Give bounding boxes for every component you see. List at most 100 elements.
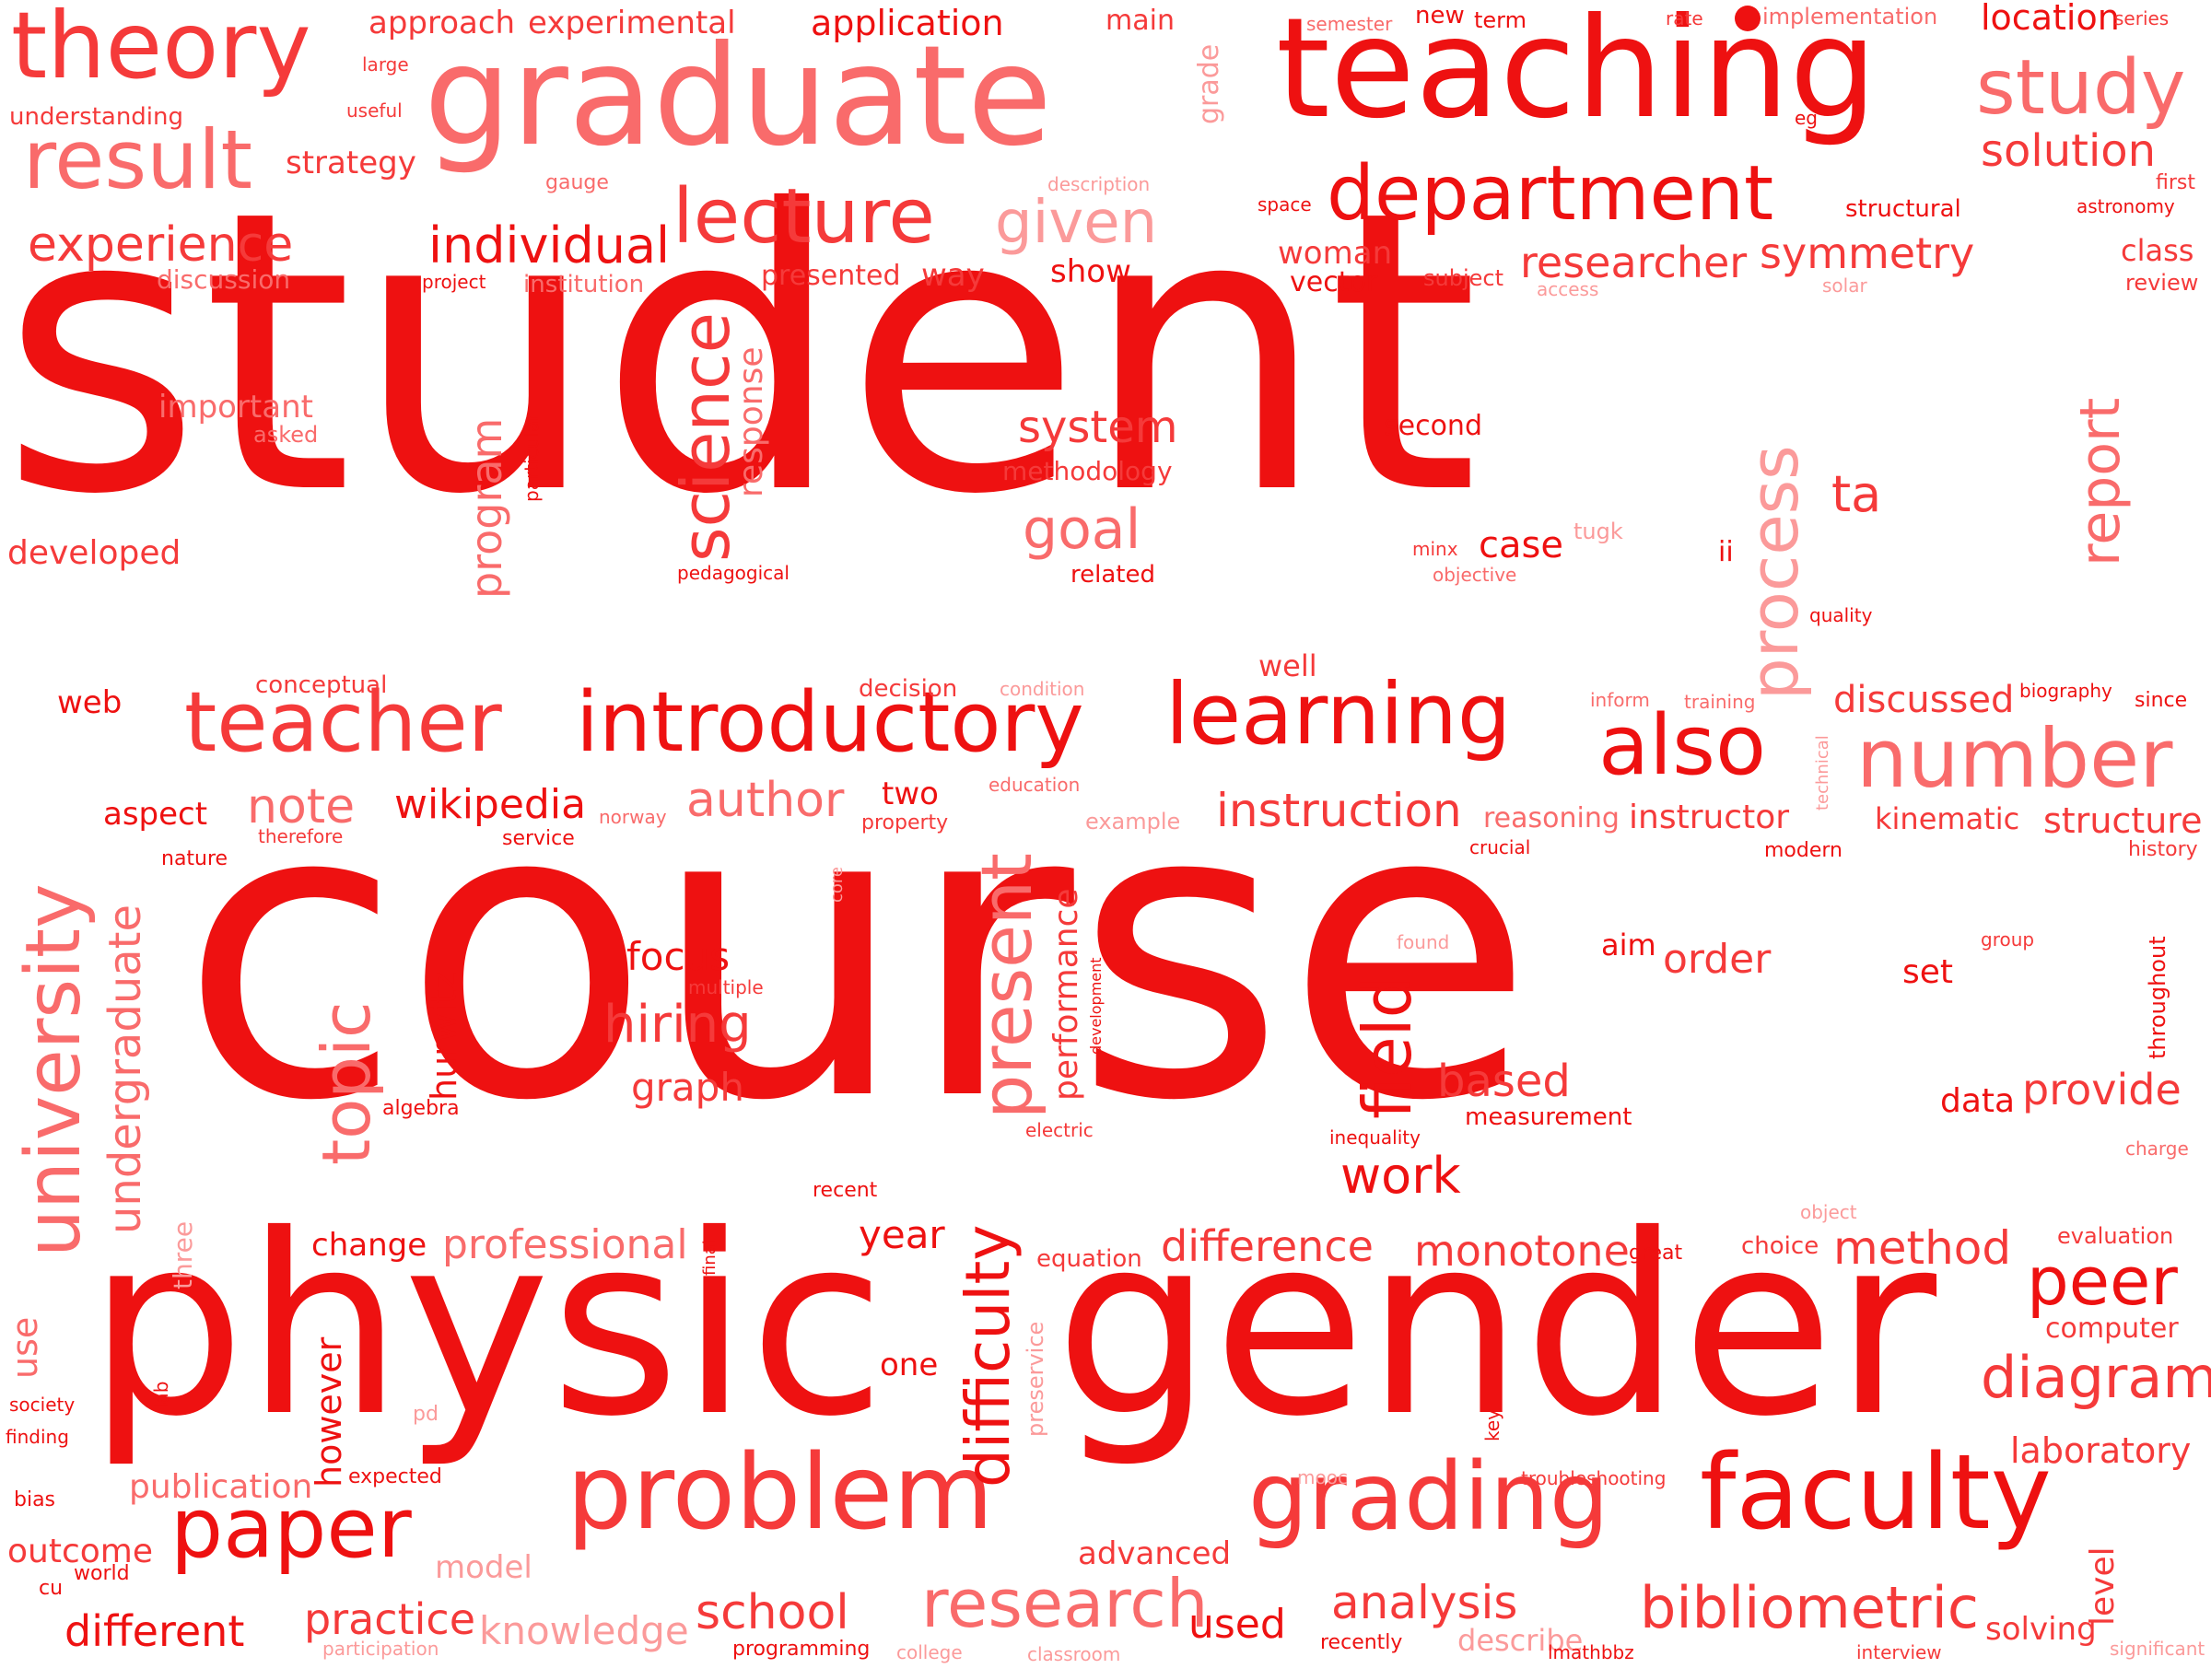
word-monotone: monotone (1414, 1226, 1630, 1276)
word-program: program (462, 417, 511, 599)
word-difference: difference (1161, 1221, 1374, 1271)
word-recent: recent (813, 1179, 878, 1202)
word-ii: ii (1718, 536, 1734, 568)
word-therefore: therefore (258, 825, 344, 847)
word-year: year (859, 1212, 945, 1257)
word-lecture: lecture (673, 173, 935, 261)
word-quality: quality (1809, 604, 1873, 626)
word-world: world (74, 1562, 130, 1585)
word-college: college (896, 1641, 963, 1663)
word-training: training (1684, 691, 1756, 713)
word-instructor: instructor (1629, 799, 1790, 836)
word-topic: topic (308, 1001, 385, 1165)
word-since: since (2135, 689, 2188, 712)
word-society: society (9, 1394, 76, 1416)
word-process: process (1736, 445, 1813, 700)
word-development: development (1087, 957, 1105, 1055)
word-author: author (686, 773, 845, 828)
word-peer: peer (2027, 1242, 2178, 1320)
word-particular: particular (521, 413, 543, 502)
word-description: description (1047, 173, 1151, 195)
word-instruction: instruction (1216, 784, 1462, 837)
word-presented: presented (761, 260, 901, 292)
word-ta: ta (1831, 465, 1882, 523)
word-finding: finding (6, 1426, 69, 1448)
word-important: important (158, 389, 313, 426)
word-institution: institution (523, 271, 645, 298)
word-different: different (64, 1606, 245, 1656)
word-wikipedia: wikipedia (394, 781, 587, 828)
word-choice: choice (1741, 1232, 1819, 1260)
word-charge: charge (2125, 1138, 2189, 1160)
word-approach: approach (368, 5, 516, 41)
word-objective: objective (1433, 564, 1517, 586)
word-performance: performance (1047, 888, 1085, 1101)
word-method: method (1833, 1221, 2012, 1275)
word-used: used (1188, 1601, 1286, 1648)
word-conceptual: conceptual (255, 671, 388, 699)
word-number: number (1856, 711, 2173, 806)
word-rate: rate (1666, 7, 1703, 29)
word-lmathbbz: lmathbbz (1548, 1641, 1634, 1663)
word-related: related (1070, 561, 1155, 589)
word-algebra: algebra (382, 1097, 460, 1120)
word-cloud: student course physic gender teaching gr… (0, 0, 2211, 1680)
word-multiple: multiple (688, 976, 764, 998)
word-difficulty: difficulty (953, 1224, 1024, 1488)
word-department: department (1327, 150, 1774, 238)
word-three: three (168, 1220, 198, 1289)
word-computer: computer (2045, 1312, 2179, 1345)
word-result: result (23, 112, 252, 207)
word-lab: lab (150, 1381, 172, 1409)
word-experience: experience (28, 217, 294, 273)
word-solar: solar (1822, 274, 1867, 297)
word-aim: aim (1601, 928, 1656, 962)
word-biography: biography (2019, 680, 2112, 702)
word-note: note (247, 779, 356, 834)
word-vector: vector (1290, 266, 1378, 298)
word-pedagogical: pedagogical (677, 562, 790, 584)
word-participation: participation (322, 1638, 439, 1660)
word-asked: asked (253, 422, 319, 448)
word-inequality: inequality (1329, 1126, 1421, 1149)
word-classroom: classroom (1027, 1643, 1121, 1665)
word-first: first (2156, 171, 2195, 194)
word-class: class (2121, 233, 2194, 268)
word-system: system (1018, 402, 1178, 453)
word-service: service (502, 827, 575, 850)
word-change: change (311, 1227, 427, 1264)
word-decision: decision (859, 675, 958, 703)
word-term: term (1474, 7, 1527, 33)
word-second: second (1384, 410, 1482, 442)
word-two: two (882, 776, 939, 812)
word-condition: condition (1000, 678, 1085, 700)
word-interview: interview (1856, 1641, 1942, 1663)
word-goal: goal (1023, 497, 1141, 562)
word-solving: solving (1985, 1611, 2097, 1648)
word-laboratory: laboratory (2010, 1430, 2192, 1471)
word-technical: technical (1813, 735, 1832, 811)
word-developed: developed (7, 534, 181, 572)
word-methodology: methodology (1002, 456, 1173, 486)
word-review: review (2125, 270, 2199, 296)
word-data: data (1940, 1082, 2016, 1120)
word-one: one (880, 1347, 939, 1383)
word-preservice: preservice (1023, 1321, 1048, 1437)
word-practice: practice (304, 1594, 475, 1644)
word-undergraduate: undergraduate (99, 904, 151, 1234)
word-faculty: faculty (1700, 1433, 2052, 1553)
word-inform: inform (1590, 689, 1650, 711)
word-publication: publication (129, 1468, 313, 1506)
word-main: main (1106, 5, 1175, 37)
word-mooc: mooc (1297, 1466, 1348, 1488)
word-measurement: measurement (1465, 1103, 1632, 1131)
word-hiring: hiring (603, 995, 752, 1055)
word-woman: woman (1278, 235, 1393, 272)
word-graph: graph (631, 1065, 744, 1110)
word-based: based (1437, 1056, 1571, 1107)
word-object: object (1800, 1201, 1857, 1223)
word-present: present (965, 853, 1047, 1119)
word-diagram: diagram (1981, 1344, 2211, 1411)
word-school: school (696, 1585, 849, 1640)
word-problem: problem (567, 1433, 994, 1553)
